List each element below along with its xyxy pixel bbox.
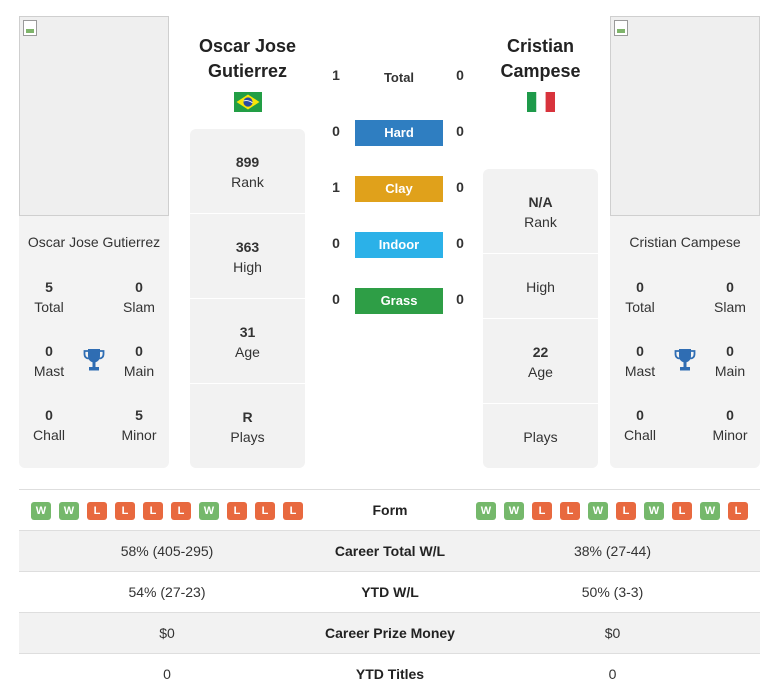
surface-indoor[interactable]: Indoor: [355, 232, 443, 258]
player2-chall: 0 Chall: [624, 407, 656, 443]
career-total-label: Career Total W/L: [334, 543, 446, 559]
ytd-wl-row: 54% (27-23) YTD W/L 50% (3-3): [19, 571, 760, 612]
h2h-hard-p1: 0: [332, 123, 340, 139]
form-badge: L: [115, 502, 135, 520]
player1-title[interactable]: Oscar Jose Gutierrez: [180, 34, 315, 84]
form-badge: L: [560, 502, 580, 520]
form-badge: W: [31, 502, 51, 520]
trophy-icon: [83, 349, 105, 371]
form-badge: L: [616, 502, 636, 520]
player2-ytd-titles: 0: [608, 666, 617, 682]
divider: [190, 213, 305, 214]
player1-minor: 5 Minor: [121, 407, 157, 443]
form-badge: W: [476, 502, 496, 520]
form-badge: L: [672, 502, 692, 520]
player2-prize-money: $0: [604, 625, 621, 641]
form-badge: W: [588, 502, 608, 520]
h2h-clay-p1: 1: [332, 179, 340, 195]
player2-plays: Plays: [523, 429, 558, 445]
form-badge: L: [255, 502, 275, 520]
player1-high: 363 High: [233, 239, 262, 275]
surface-clay[interactable]: Clay: [355, 176, 443, 202]
career-total-row: 58% (405-295) Career Total W/L 38% (27-4…: [19, 530, 760, 571]
player2-slam: 0 Slam: [714, 279, 746, 315]
prize-money-row: $0 Career Prize Money $0: [19, 612, 760, 653]
form-badge: W: [504, 502, 524, 520]
player1-rank: 899 Rank: [231, 154, 264, 190]
form-badge: L: [171, 502, 191, 520]
player1-ytd-wl: 54% (27-23): [128, 584, 206, 600]
form-label: Form: [372, 502, 408, 518]
player2-total: 0 Total: [625, 279, 655, 315]
prize-money-label: Career Prize Money: [325, 625, 455, 641]
form-badge: W: [59, 502, 79, 520]
surface-hard[interactable]: Hard: [355, 120, 443, 146]
divider: [483, 403, 598, 404]
player2-info-card: N/A Rank High 22 Age Plays: [483, 169, 598, 468]
h2h-clay-p2: 0: [456, 179, 464, 195]
h2h-total-p2: 0: [456, 67, 464, 83]
player2-title[interactable]: Cristian Campese: [473, 34, 608, 84]
player1-chall: 0 Chall: [33, 407, 65, 443]
italy-flag-icon: [527, 92, 555, 112]
divider: [190, 383, 305, 384]
player1-name[interactable]: Oscar Jose Gutierrez: [19, 234, 169, 250]
form-badge: W: [644, 502, 664, 520]
h2h-indoor-p2: 0: [456, 235, 464, 251]
divider: [190, 298, 305, 299]
ytd-titles-label: YTD Titles: [355, 666, 425, 682]
player1-ytd-titles: 0: [163, 666, 171, 682]
divider: [483, 253, 598, 254]
brazil-flag-icon: [234, 92, 262, 112]
player1-main: 0 Main: [123, 343, 155, 379]
broken-image-icon: [23, 20, 37, 36]
player1-age: 31 Age: [235, 324, 260, 360]
h2h-hard-p2: 0: [456, 123, 464, 139]
divider: [483, 318, 598, 319]
player1-prize-money: $0: [159, 625, 175, 641]
form-badge: W: [700, 502, 720, 520]
player2-main: 0 Main: [714, 343, 746, 379]
form-badge: W: [199, 502, 219, 520]
ytd-wl-label: YTD W/L: [361, 584, 419, 600]
player2-minor: 0 Minor: [712, 407, 748, 443]
player2-ytd-wl: 50% (3-3): [581, 584, 644, 600]
player2-photo[interactable]: [610, 16, 760, 216]
h2h-total-label: Total: [383, 70, 415, 85]
player1-slam: 0 Slam: [123, 279, 155, 315]
form-row: W W L L L L W L L L Form W W L L W L W L…: [19, 489, 760, 530]
broken-image-icon: [614, 20, 628, 36]
trophy-icon: [674, 349, 696, 371]
form-badge: L: [227, 502, 247, 520]
player2-mast: 0 Mast: [624, 343, 656, 379]
player1-career-wl: 58% (405-295): [120, 543, 214, 559]
form-badge: L: [143, 502, 163, 520]
surface-grass[interactable]: Grass: [355, 288, 443, 314]
player2-age: 22 Age: [528, 344, 553, 380]
h2h-grass-p1: 0: [332, 291, 340, 307]
h2h-indoor-p1: 0: [332, 235, 340, 251]
player2-rank: N/A Rank: [524, 194, 557, 230]
h2h-grass-p2: 0: [456, 291, 464, 307]
player2-name[interactable]: Cristian Campese: [610, 234, 760, 250]
player1-total: 5 Total: [34, 279, 64, 315]
form-badge: L: [728, 502, 748, 520]
player1-info-card: 899 Rank 363 High 31 Age R Plays: [190, 129, 305, 468]
player2-high: High: [526, 279, 555, 295]
player1-plays: R Plays: [230, 409, 265, 445]
form-badge: L: [87, 502, 107, 520]
form-badge: L: [283, 502, 303, 520]
player1-photo[interactable]: [19, 16, 169, 216]
form-badge: L: [532, 502, 552, 520]
h2h-total-p1: 1: [332, 67, 340, 83]
ytd-titles-row: 0 YTD Titles 0: [19, 653, 760, 694]
player2-career-wl: 38% (27-44): [573, 543, 652, 559]
player1-mast: 0 Mast: [33, 343, 65, 379]
